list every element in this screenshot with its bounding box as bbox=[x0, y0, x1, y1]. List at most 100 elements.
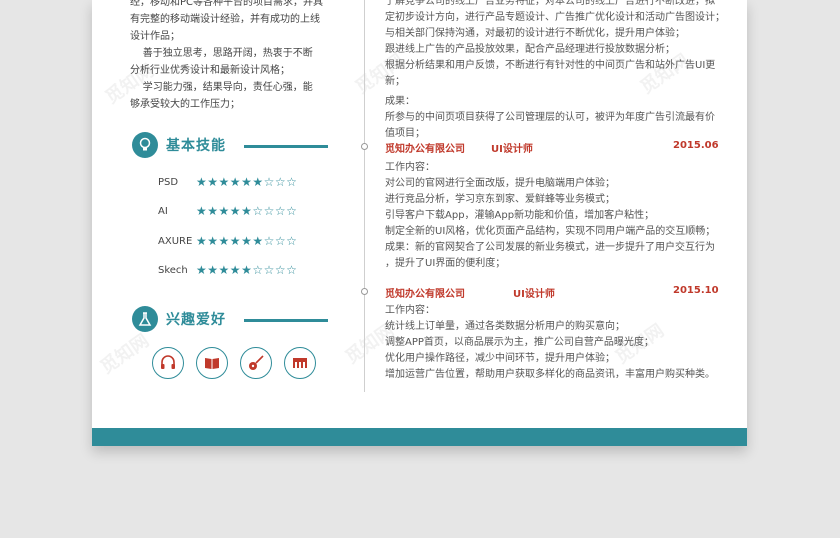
star-empty-icon: ☆ bbox=[263, 204, 275, 218]
text-line: 进行竞品分析，学习京东到家、爱鲜蜂等业务模式； bbox=[385, 194, 615, 205]
star-filled-icon: ★ bbox=[218, 263, 230, 277]
star-filled-icon: ★ bbox=[196, 175, 208, 189]
star-filled-icon: ★ bbox=[196, 234, 208, 248]
section-divider bbox=[244, 319, 328, 322]
text-line: 成果：新的官网契合了公司发展的新业务模式，进一步提升了用户交互行为 bbox=[385, 242, 715, 253]
text-line: 与相关部门保持沟通，对最初的设计进行不断优化，提升用户体验； bbox=[385, 28, 685, 39]
text-line: 定初步设计方向，进行产品专题设计、广告推广优化设计和活动广告图设计； bbox=[385, 12, 725, 23]
skill-row: AXURE ★★★★★★☆☆☆ bbox=[158, 234, 328, 252]
text-line: 跟进线上广告的产品投放效果，配合产品经理进行投放数据分析； bbox=[385, 44, 675, 55]
content-label: 工作内容： bbox=[385, 162, 435, 173]
skill-row: Skech ★★★★★☆☆☆☆ bbox=[158, 263, 328, 281]
skill-name: AI bbox=[158, 206, 168, 217]
intro-line: 够承受较大的工作压力； bbox=[130, 99, 240, 110]
star-filled-icon: ★ bbox=[218, 234, 230, 248]
skill-row: AI ★★★★★☆☆☆☆ bbox=[158, 204, 328, 222]
timeline-dot bbox=[361, 288, 368, 295]
text-line: 调整APP首页，以商品展示为主，推广公司自营产品曝光度； bbox=[385, 337, 654, 348]
book-icon bbox=[196, 347, 228, 379]
job-description: 工作内容： 对公司的官网进行全面改版，提升电脑端用户体验； 进行竞品分析，学习京… bbox=[385, 160, 735, 272]
star-empty-icon: ☆ bbox=[274, 234, 287, 248]
content-label: 工作内容： bbox=[385, 305, 435, 316]
star-filled-icon: ★ bbox=[241, 263, 253, 277]
intro-line: 有完整的移动端设计经验，并有成功的上线 bbox=[130, 14, 320, 25]
job-title: UI设计师 bbox=[513, 289, 555, 300]
star-filled-icon: ★ bbox=[229, 263, 242, 277]
piano-icon bbox=[284, 347, 316, 379]
star-filled-icon: ★ bbox=[218, 204, 230, 218]
star-empty-icon: ☆ bbox=[252, 204, 264, 218]
star-filled-icon: ★ bbox=[207, 204, 219, 218]
timeline-line bbox=[364, 0, 365, 392]
text-line: 统计线上订单量，通过各类数据分析用户的购买意向； bbox=[385, 321, 625, 332]
text-line: 了解竞争公司的线上广告业务特征，对本公司的线上广告进行不断改进，拟 bbox=[385, 0, 715, 7]
star-empty-icon: ☆ bbox=[274, 204, 287, 218]
text-line: 根据分析结果和用户反馈，不断进行有针对性的中间页广告和站外广告UI更新； bbox=[385, 60, 716, 87]
skill-name: AXURE bbox=[158, 236, 193, 247]
star-empty-icon: ☆ bbox=[263, 234, 275, 248]
hobbies-title: 兴趣爱好 bbox=[166, 312, 226, 328]
star-filled-icon: ★ bbox=[241, 175, 253, 189]
skill-rating: ★★★★★☆☆☆☆ bbox=[196, 204, 297, 218]
text-line: ，提升了UI界面的便利度； bbox=[385, 258, 506, 269]
star-empty-icon: ☆ bbox=[286, 175, 298, 189]
text-line: 对公司的官网进行全面改版，提升电脑端用户体验； bbox=[385, 178, 615, 189]
section-divider bbox=[244, 145, 328, 148]
skill-name: PSD bbox=[158, 177, 179, 188]
job-header: 觅知办公有限公司 UI设计师 2015.10 bbox=[385, 285, 719, 301]
star-filled-icon: ★ bbox=[207, 175, 219, 189]
timeline-dot bbox=[361, 143, 368, 150]
star-filled-icon: ★ bbox=[207, 234, 219, 248]
flask-icon bbox=[132, 306, 158, 332]
text-line: 引导客户下载App，灌输App新功能和价值，增加客户粘性； bbox=[385, 210, 655, 221]
result-label: 成果： bbox=[385, 96, 415, 107]
star-empty-icon: ☆ bbox=[286, 263, 298, 277]
star-filled-icon: ★ bbox=[207, 263, 219, 277]
skill-name: Skech bbox=[158, 265, 188, 276]
skill-rating: ★★★★★★☆☆☆ bbox=[196, 234, 297, 248]
footer-bar bbox=[92, 428, 747, 446]
intro-line: 经，移动和PC等各种平台的项目需求，并具 bbox=[130, 0, 324, 8]
self-evaluation-text: 经，移动和PC等各种平台的项目需求，并具 有完整的移动端设计经验，并有成功的上线… bbox=[130, 0, 330, 113]
star-empty-icon: ☆ bbox=[286, 204, 298, 218]
star-empty-icon: ☆ bbox=[274, 175, 287, 189]
star-filled-icon: ★ bbox=[229, 175, 242, 189]
star-filled-icon: ★ bbox=[218, 175, 230, 189]
job-description-continued: 了解竞争公司的线上广告业务特征，对本公司的线上广告进行不断改进，拟 定初步设计方… bbox=[385, 0, 735, 142]
company-name: 觅知办公有限公司 bbox=[385, 289, 465, 300]
star-filled-icon: ★ bbox=[241, 234, 253, 248]
lightbulb-icon bbox=[132, 132, 158, 158]
job-date: 2015.10 bbox=[673, 285, 719, 296]
job-title: UI设计师 bbox=[491, 144, 533, 155]
star-filled-icon: ★ bbox=[196, 263, 208, 277]
skill-rating: ★★★★★☆☆☆☆ bbox=[196, 263, 297, 277]
intro-line: 设计作品； bbox=[130, 31, 180, 42]
resume-page: 觅知网 觅知网 觅知网 觅知网 觅知网 觅知网 经，移动和PC等各种平台的项目需… bbox=[92, 0, 747, 446]
hobbies-section-header: 兴趣爱好 bbox=[132, 306, 328, 336]
text-line: 所参与的中间页项目获得了公司管理层的认可，被评为年度广告引流最有价 bbox=[385, 112, 715, 123]
star-empty-icon: ☆ bbox=[263, 263, 275, 277]
star-filled-icon: ★ bbox=[229, 204, 242, 218]
text-line: 优化用户操作路径，减少中间环节，提升用户体验； bbox=[385, 353, 615, 364]
skills-section-header: 基本技能 bbox=[132, 132, 328, 162]
job-description: 工作内容： 统计线上订单量，通过各类数据分析用户的购买意向； 调整APP首页，以… bbox=[385, 303, 735, 383]
intro-line: 学习能力强，结果导向，责任心强，能 bbox=[130, 82, 313, 93]
star-filled-icon: ★ bbox=[252, 175, 264, 189]
intro-line: 善于独立思考，思路开阔，热衷于不断 bbox=[130, 48, 313, 59]
star-empty-icon: ☆ bbox=[286, 234, 298, 248]
skills-title: 基本技能 bbox=[166, 138, 226, 154]
star-filled-icon: ★ bbox=[229, 234, 242, 248]
company-name: 觅知办公有限公司 bbox=[385, 144, 465, 155]
headphones-icon bbox=[152, 347, 184, 379]
job-date: 2015.06 bbox=[673, 140, 719, 151]
skill-row: PSD ★★★★★★☆☆☆ bbox=[158, 175, 328, 193]
star-filled-icon: ★ bbox=[196, 204, 208, 218]
star-empty-icon: ☆ bbox=[263, 175, 275, 189]
star-empty-icon: ☆ bbox=[274, 263, 287, 277]
text-line: 制定全新的UI风格，优化页面产品结构，实现不同用户端产品的交互顺畅； bbox=[385, 226, 716, 237]
guitar-icon bbox=[240, 347, 272, 379]
intro-line: 分析行业优秀设计和最新设计风格； bbox=[130, 65, 290, 76]
skill-rating: ★★★★★★☆☆☆ bbox=[196, 175, 297, 189]
star-filled-icon: ★ bbox=[252, 234, 264, 248]
star-filled-icon: ★ bbox=[241, 204, 253, 218]
